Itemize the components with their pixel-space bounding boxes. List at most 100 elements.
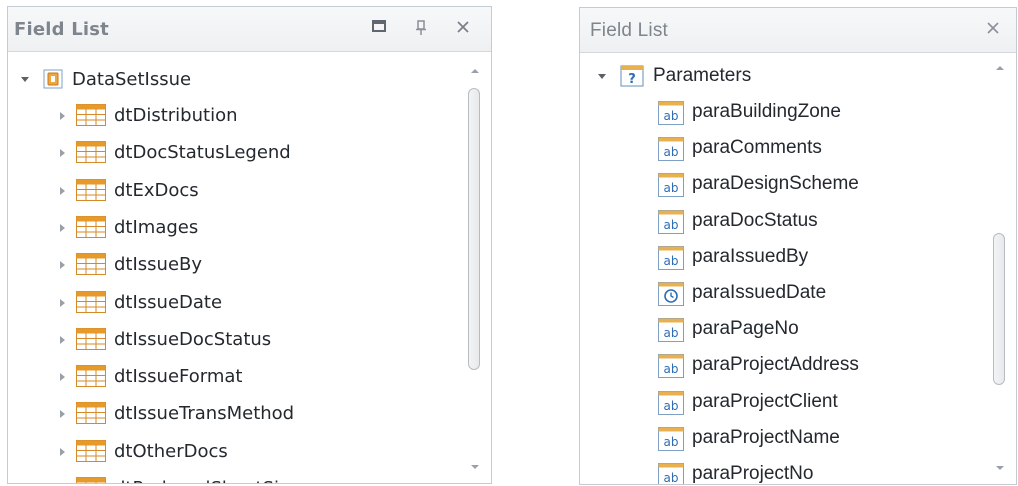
svg-text:ab: ab: [664, 181, 679, 195]
scrollbar-thumb[interactable]: [993, 233, 1005, 385]
string-field-icon: ab: [658, 463, 684, 484]
tree-node-table[interactable]: dtReducedSheetSize: [8, 471, 459, 483]
tree-node-label: paraIssuedBy: [692, 245, 809, 267]
tree-node-table[interactable]: dtIssueFormat: [8, 359, 459, 395]
tree-node-table[interactable]: dtDocStatusLegend: [8, 135, 459, 171]
string-field-icon: ab: [658, 318, 684, 346]
panel-title: Field List: [14, 19, 109, 40]
field-list-panel-left: Field List DataSetIssue dtDistribution dt…: [7, 6, 492, 484]
svg-text:ab: ab: [664, 326, 679, 340]
svg-text:ab: ab: [664, 145, 679, 159]
tree-node-label: dtExDocs: [114, 179, 199, 201]
tree-node-parameter[interactable]: ab paraBuildingZone: [580, 95, 984, 131]
tree-node-label: dtReducedSheetSize: [114, 478, 299, 483]
svg-text:ab: ab: [664, 362, 679, 376]
string-field-icon: ab: [658, 173, 684, 201]
collapsed-arrow-icon[interactable]: [55, 332, 69, 346]
table-icon: [76, 477, 106, 483]
close-icon[interactable]: [980, 16, 1006, 42]
expanded-arrow-icon[interactable]: [18, 72, 32, 86]
scrollbar-thumb[interactable]: [468, 88, 480, 370]
svg-text:ab: ab: [664, 399, 679, 413]
table-icon: [76, 290, 106, 317]
tree-node-parameter[interactable]: ab paraProjectClient: [580, 385, 984, 421]
tree-node-table[interactable]: dtIssueTransMethod: [8, 396, 459, 432]
collapsed-arrow-icon[interactable]: [55, 406, 69, 420]
svg-text:ab: ab: [664, 435, 679, 449]
tree-node-table[interactable]: dtIssueDate: [8, 285, 459, 321]
tree-node-label: dtDocStatusLegend: [114, 142, 291, 164]
parameters-icon: ?: [620, 65, 644, 87]
tree-node-parameter[interactable]: ab paraDesignScheme: [580, 167, 984, 203]
svg-text:ab: ab: [664, 471, 679, 484]
string-field-icon: ab: [658, 101, 684, 129]
tree-node-table[interactable]: dtExDocs: [8, 173, 459, 209]
tree-node-table[interactable]: dtOtherDocs: [8, 434, 459, 470]
scroll-up-arrow-icon[interactable]: [994, 63, 1006, 73]
table-icon: [76, 327, 106, 354]
collapsed-arrow-icon[interactable]: [55, 481, 69, 483]
tree-node-root[interactable]: DataSetIssue: [8, 62, 459, 98]
panel-header: Field List: [8, 7, 491, 52]
tree-node-label: DataSetIssue: [72, 69, 192, 90]
dataset-icon: [43, 69, 63, 89]
expanded-arrow-icon[interactable]: [595, 69, 609, 83]
panel-header: Field List: [580, 8, 1016, 53]
tree-node-label: dtDistribution: [114, 105, 238, 126]
table-icon: [76, 439, 106, 466]
tree-node-label: paraDesignScheme: [692, 173, 859, 195]
svg-text:?: ?: [628, 72, 636, 87]
tree-node-parameter[interactable]: ab paraDocStatus: [580, 204, 984, 240]
collapsed-arrow-icon[interactable]: [55, 444, 69, 458]
tree-node-label: dtImages: [114, 216, 199, 238]
tree-node-label: paraDocStatus: [692, 209, 818, 231]
scroll-down-arrow-icon[interactable]: [469, 462, 481, 472]
string-field-icon: ab: [658, 137, 684, 165]
field-tree: ? Parameters ab paraBuildingZone ab paraCom…: [580, 53, 984, 484]
tree-node-label: paraProjectClient: [692, 390, 838, 412]
tree-node-table[interactable]: dtIssueDocStatus: [8, 322, 459, 358]
tree-node-label: paraProjectAddress: [692, 354, 859, 376]
collapsed-arrow-icon[interactable]: [55, 220, 69, 234]
scroll-up-arrow-icon[interactable]: [469, 66, 481, 76]
tree-node-table[interactable]: dtImages: [8, 210, 459, 246]
tree-node-root[interactable]: ? Parameters: [580, 59, 984, 95]
tree-node-parameter[interactable]: ab paraProjectName: [580, 421, 984, 457]
collapsed-arrow-icon[interactable]: [55, 369, 69, 383]
tree-node-parameter[interactable]: paraIssuedDate: [580, 276, 984, 312]
tree-node-label: dtIssueBy: [114, 254, 203, 276]
table-icon: [76, 253, 106, 279]
tree-node-label: paraIssuedDate: [692, 282, 827, 303]
tree-node-label: paraProjectName: [692, 426, 840, 448]
panel-title: Field List: [590, 20, 669, 41]
collapsed-arrow-icon[interactable]: [55, 108, 69, 122]
collapsed-arrow-icon[interactable]: [55, 257, 69, 271]
table-icon: [76, 215, 106, 242]
tree-node-parameter[interactable]: ab paraProjectAddress: [580, 348, 984, 384]
svg-text:ab: ab: [664, 218, 679, 232]
scroll-down-arrow-icon[interactable]: [994, 463, 1006, 473]
svg-text:ab: ab: [664, 109, 679, 123]
tree-node-parameter[interactable]: ab paraIssuedBy: [580, 240, 984, 276]
table-icon: [76, 178, 106, 205]
tree-node-table[interactable]: dtDistribution: [8, 98, 459, 134]
tree-node-label: dtOtherDocs: [114, 440, 228, 462]
string-field-icon: ab: [658, 390, 684, 419]
vertical-scrollbar[interactable]: [459, 52, 491, 483]
tree-node-label: paraBuildingZone: [692, 101, 841, 122]
tree-node-parameter[interactable]: ab paraPageNo: [580, 312, 984, 348]
vertical-scrollbar[interactable]: [984, 53, 1016, 484]
tree-node-label: paraComments: [692, 137, 822, 159]
close-icon[interactable]: [450, 15, 476, 41]
maximize-icon[interactable]: [366, 15, 392, 41]
table-icon: [76, 365, 106, 391]
tree-node-parameter[interactable]: ab paraComments: [580, 131, 984, 167]
pin-icon[interactable]: [408, 15, 434, 41]
tree-node-table[interactable]: dtIssueBy: [8, 247, 459, 283]
collapsed-arrow-icon[interactable]: [55, 183, 69, 197]
collapsed-arrow-icon[interactable]: [55, 295, 69, 309]
collapsed-arrow-icon[interactable]: [55, 145, 69, 159]
tree-node-label: dtIssueTransMethod: [114, 403, 295, 425]
string-field-icon: ab: [658, 354, 684, 382]
tree-node-parameter[interactable]: ab paraProjectNo: [580, 457, 984, 484]
